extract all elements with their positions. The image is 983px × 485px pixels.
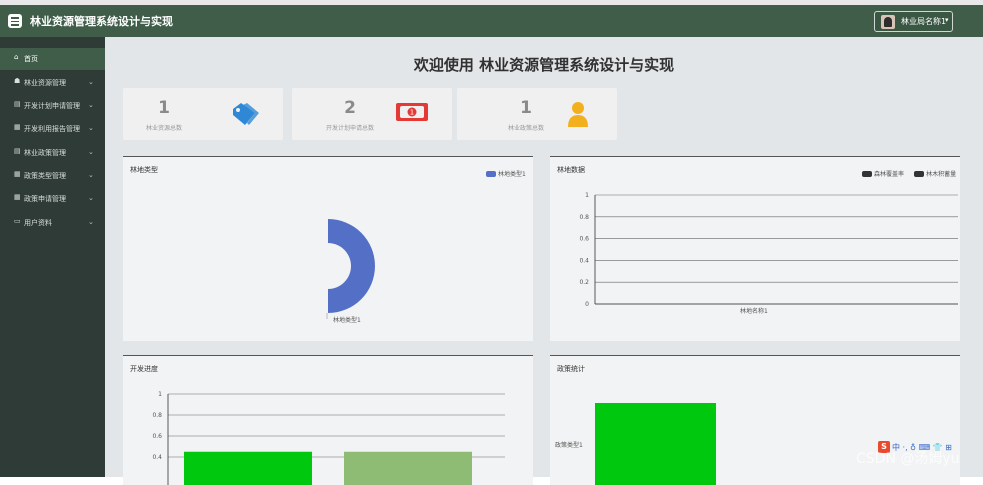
list-icon: ▤ [14, 147, 21, 155]
header-bar: 林业资源管理系统设计与实现 林业局名称1 ▾ [0, 5, 983, 37]
y-tick-label: 0.6 [152, 433, 162, 440]
sidebar-item-forest-resources[interactable]: ☗ 林业资源管理 ⌄ [0, 72, 105, 94]
y-tick-label: 1 [158, 391, 162, 398]
bar [344, 451, 472, 485]
chevron-down-icon: ⌄ [88, 78, 94, 86]
scrollbar[interactable] [973, 37, 983, 477]
bar [595, 403, 716, 485]
chart-panel-dev-progress: 开发进度 1 0.8 0.6 0.4 [123, 355, 533, 485]
chevron-down-icon: ⌄ [88, 171, 94, 179]
sidebar-item-profile[interactable]: ▭ 用户资料 ⌄ [0, 212, 105, 234]
sidebar-item-label: 政策类型管理 [24, 172, 66, 180]
stat-value: 1 [158, 98, 170, 118]
pie-chart: 林地类型1 [326, 219, 375, 324]
bar-chart: 1 0.8 0.6 0.4 0.2 0 林地名称1 [579, 192, 958, 315]
stat-card-policy: 1 林业政策总数 [457, 88, 617, 140]
sidebar-item-policy-apply[interactable]: ▦ 政策申请管理 ⌄ [0, 188, 105, 210]
chevron-down-icon: ⌄ [88, 124, 94, 132]
building-icon: ☗ [14, 77, 21, 85]
user-menu[interactable]: 林业局名称1 ▾ [874, 11, 953, 32]
y-tick-label: 0.4 [152, 454, 162, 461]
sidebar-item-policy-type[interactable]: ▦ 政策类型管理 ⌄ [0, 165, 105, 187]
chevron-down-icon: ⌄ [88, 218, 94, 226]
y-tick-label: 0 [585, 301, 589, 308]
stat-card-forest-resources: 1 林业资源总数 [123, 88, 283, 140]
app-title: 林业资源管理系统设计与实现 [30, 15, 173, 28]
chevron-down-icon: ▾ [945, 16, 949, 24]
avatar [881, 15, 895, 29]
pie-slice-label: 林地类型1 [333, 316, 361, 324]
sidebar-item-dev-report[interactable]: ▦ 开发利用报告管理 ⌄ [0, 118, 105, 140]
sidebar-item-label: 首页 [24, 55, 38, 63]
chevron-down-icon: ⌄ [88, 194, 94, 202]
y-tick-label: 0.4 [579, 257, 589, 264]
sidebar-item-home[interactable]: ⌂ 首页 [0, 48, 105, 70]
money-icon: 1 [396, 103, 428, 121]
y-tick-label: 0.2 [579, 279, 589, 286]
grid-icon: ▦ [14, 193, 21, 201]
chart-panel-forest-data: 林地数据 森林覆盖率 林木积蓄量 1 0.8 0.6 0.4 0.2 0 林地名称1 [550, 156, 960, 341]
bar-chart: 1 0.8 0.6 0.4 [152, 391, 505, 485]
sidebar-item-label: 用户资料 [24, 219, 52, 227]
main-content: 欢迎使用 林业资源管理系统设计与实现 1 林业资源总数 2 开发计划申请总数 1… [105, 37, 983, 485]
bar [184, 451, 312, 485]
home-icon: ⌂ [14, 53, 19, 61]
watermark: CSDN @汤姆yu [856, 451, 960, 467]
grid-icon: ▦ [14, 123, 21, 131]
stat-value: 1 [520, 98, 532, 118]
stat-label: 开发计划申请总数 [325, 125, 374, 132]
tag-icon [233, 103, 259, 125]
user-icon [568, 102, 588, 127]
y-tick-label: 0.6 [579, 236, 589, 243]
sidebar-item-dev-plan[interactable]: ▤ 开发计划申请管理 ⌄ [0, 95, 105, 117]
y-tick-label: 1 [585, 192, 589, 199]
grid-icon: ▦ [14, 170, 21, 178]
chart-panel-forest-type: 林地类型 林地类型1 林地类型1 [123, 156, 533, 341]
y-tick-label: 政策类型1 [555, 441, 583, 449]
sidebar-item-policy[interactable]: ▤ 林业政策管理 ⌄ [0, 142, 105, 164]
sidebar-item-label: 林业资源管理 [24, 79, 66, 87]
sidebar-item-label: 开发计划申请管理 [24, 102, 80, 110]
sidebar-item-label: 政策申请管理 [24, 195, 66, 203]
y-tick-label: 0.8 [152, 412, 162, 419]
y-tick-label: 0.8 [579, 214, 589, 221]
menu-icon[interactable] [8, 14, 22, 28]
profile-card-icon: ▭ [14, 217, 21, 225]
sidebar-item-label: 开发利用报告管理 [24, 125, 80, 133]
svg-text:1: 1 [410, 109, 414, 117]
chevron-down-icon: ⌄ [88, 148, 94, 156]
chevron-down-icon: ⌄ [88, 101, 94, 109]
sidebar-item-label: 林业政策管理 [24, 149, 66, 157]
stat-label: 林业政策总数 [507, 125, 544, 132]
stat-card-dev-plan: 2 开发计划申请总数 1 [292, 88, 452, 140]
user-name: 林业局名称1 [901, 17, 947, 26]
stat-value: 2 [344, 98, 356, 118]
stat-label: 林业资源总数 [145, 125, 182, 132]
sidebar: ⌂ 首页 ☗ 林业资源管理 ⌄ ▤ 开发计划申请管理 ⌄ ▦ 开发利用报告管理 … [0, 37, 105, 477]
page-title: 欢迎使用 林业资源管理系统设计与实现 [413, 56, 675, 74]
x-tick-label: 林地名称1 [740, 307, 768, 315]
message-icon: ▤ [14, 100, 21, 108]
pie-slice [328, 219, 375, 313]
